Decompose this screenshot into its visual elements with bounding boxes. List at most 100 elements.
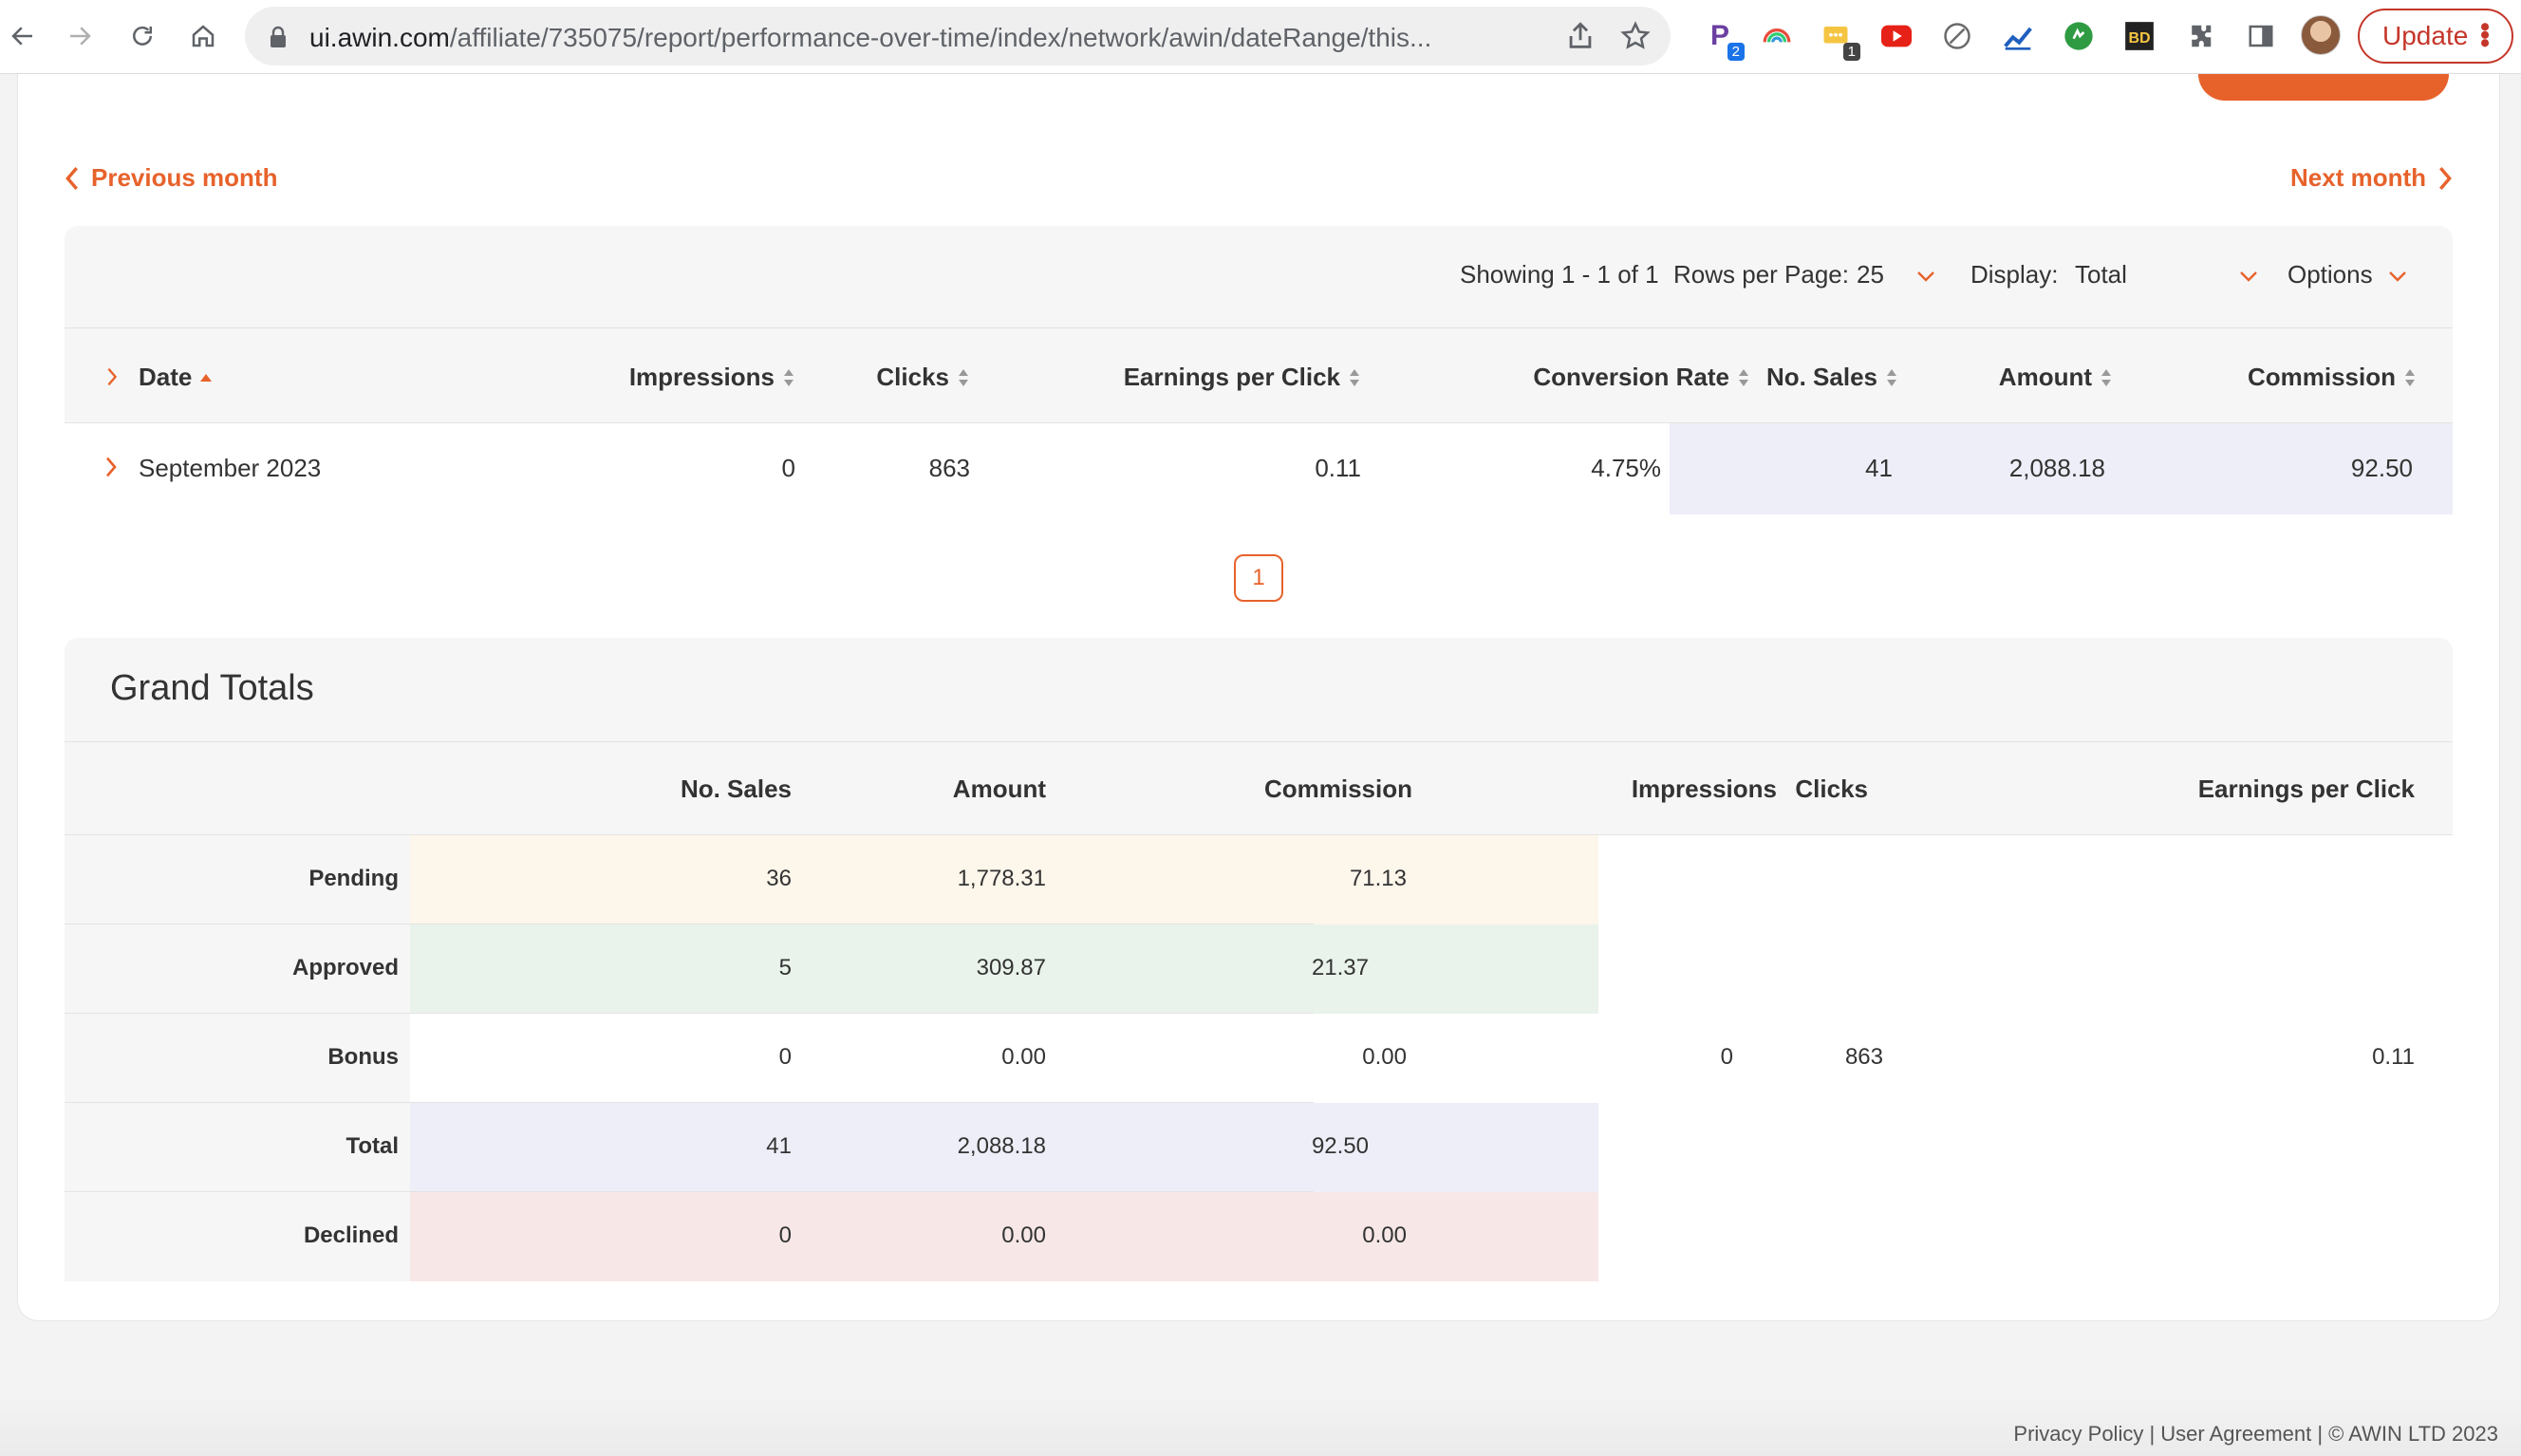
cell-clicks: 863 — [928, 454, 970, 482]
cell-commission: 92.50 — [2350, 454, 2413, 482]
table-row: September 2023 0 863 0.11 4.75% 41 2,088… — [65, 423, 2453, 514]
gt-cell-amount: 0.00 — [1001, 1223, 1046, 1248]
column-header-no-sales[interactable]: No. Sales — [1766, 363, 1898, 392]
chevron-down-icon — [2240, 271, 2258, 282]
expand-all-chevron-icon[interactable] — [106, 366, 118, 387]
column-header-label: Commission — [2247, 363, 2396, 391]
footer-links[interactable]: Privacy Policy | User Agreement | © AWIN… — [2013, 1422, 2498, 1447]
reload-icon — [133, 26, 152, 46]
column-header-label: No. Sales — [1765, 363, 1877, 391]
chat-extension-icon[interactable]: 1 — [1817, 17, 1860, 61]
address-bar[interactable]: ui.awin.com/affiliate/735075/report/perf… — [245, 7, 1671, 65]
gt-cell-sales: 36 — [766, 866, 792, 891]
column-header-amount[interactable]: Amount — [1999, 363, 2113, 392]
column-header-label: Date — [139, 363, 193, 391]
back-arrow-icon — [11, 27, 32, 46]
browser-toolbar: ui.awin.com/affiliate/735075/report/perf… — [0, 0, 2521, 74]
gt-header-impressions: Impressions — [1631, 775, 1777, 803]
cell-no-sales: 41 — [1865, 454, 1893, 482]
blocked-extension-icon[interactable] — [1938, 17, 1976, 55]
gt-row-label: Bonus — [65, 1014, 410, 1103]
display-select[interactable]: Total — [2075, 260, 2259, 289]
chart-extension-icon[interactable] — [1999, 17, 2037, 55]
column-header-label: Impressions — [628, 363, 775, 391]
bookmark-star-icon[interactable] — [1619, 20, 1652, 52]
gt-row-pending: Pending 36 1,778.31 71.13 — [65, 835, 2453, 924]
gt-header-earnings-per-click: Earnings per Click — [2197, 775, 2415, 803]
chevron-right-icon — [2439, 166, 2452, 190]
url-text: ui.awin.com/affiliate/735075/report/perf… — [309, 23, 1432, 52]
side-panel-icon[interactable] — [2242, 17, 2280, 55]
update-label: Update — [2382, 21, 2469, 50]
gt-header-clicks: Clicks — [1795, 775, 1868, 803]
more-menu-icon[interactable]: ••• — [2469, 22, 2500, 47]
column-header-date[interactable]: Date — [139, 363, 213, 392]
gt-row-label: Total — [65, 1103, 410, 1192]
forward-arrow-icon — [70, 27, 91, 46]
rows-per-page-select[interactable]: 25 — [1857, 260, 1936, 289]
cell-conversion-rate: 4.75% — [1591, 454, 1661, 482]
export-button-partial[interactable] — [2198, 74, 2449, 101]
column-header-impressions[interactable]: Impressions — [629, 363, 795, 392]
p-extension-icon[interactable]: P2 — [1701, 17, 1745, 61]
cell-earnings-per-click: 0.11 — [1315, 454, 1361, 482]
performance-report-table: Showing 1 - 1 of 1 Rows per Page: 25 Dis… — [65, 226, 2453, 514]
youtube-extension-icon[interactable] — [1877, 17, 1915, 55]
sort-icon — [1739, 368, 1748, 386]
forward-button[interactable] — [61, 17, 99, 55]
gt-cell-commission: 21.37 — [1311, 955, 1369, 980]
gt-cell-amount: 2,088.18 — [957, 1133, 1046, 1159]
profile-avatar[interactable] — [2301, 15, 2341, 55]
gt-cell-sales: 5 — [778, 955, 792, 980]
column-header-commission[interactable]: Commission — [2248, 363, 2417, 392]
gt-cell-amount: 309.87 — [976, 955, 1046, 980]
sort-icon — [1887, 368, 1896, 386]
gt-row-declined: Declined 0 0.00 0.00 — [65, 1192, 2453, 1281]
back-button[interactable] — [4, 17, 42, 55]
showing-count: Showing 1 - 1 of 1 — [1460, 260, 1659, 289]
gt-cell-earnings-per-click: 0.11 — [2372, 1044, 2415, 1070]
gt-cell-amount: 0.00 — [1001, 1044, 1046, 1070]
column-header-earnings-per-click[interactable]: Earnings per Click — [1124, 363, 1361, 392]
sort-icon — [2101, 368, 2111, 386]
table-header: Date Impressions Clicks Earnings per Cli… — [65, 328, 2453, 423]
grand-totals-title-bar: Grand Totals — [65, 638, 2453, 742]
share-icon[interactable] — [1564, 20, 1597, 52]
pagination-page-1[interactable]: 1 — [1234, 554, 1283, 602]
home-icon — [192, 25, 215, 47]
cell-amount: 2,088.18 — [2008, 454, 2105, 482]
options-dropdown[interactable]: Options — [2288, 260, 2408, 289]
gt-row-total: Total 41 2,088.18 92.50 — [65, 1103, 2453, 1192]
chevron-down-icon — [1917, 271, 1935, 282]
reload-button[interactable] — [123, 17, 161, 55]
gt-cell-commission: 0.00 — [1362, 1044, 1407, 1070]
gt-cell-clicks: 863 — [1844, 1044, 1883, 1070]
display-value: Total — [2075, 260, 2127, 289]
update-button[interactable]: Update ••• — [2358, 9, 2513, 64]
green-extension-icon[interactable] — [2060, 17, 2098, 55]
gt-row-label: Declined — [65, 1192, 410, 1281]
gt-row-label: Approved — [65, 924, 410, 1014]
column-header-conversion-rate[interactable]: Conversion Rate — [1533, 363, 1750, 392]
lock-icon — [271, 26, 286, 47]
sort-icon — [2405, 368, 2415, 386]
rainbow-extension-icon[interactable] — [1758, 17, 1796, 55]
gt-cell-sales: 0 — [778, 1044, 792, 1070]
grand-totals-header: No. Sales Amount Commission Impressions … — [65, 742, 2453, 835]
display-label: Display: — [1970, 260, 2059, 289]
expand-row-chevron-icon[interactable] — [104, 456, 118, 478]
bd-extension-icon[interactable]: BD — [2120, 17, 2158, 55]
column-header-label: Clicks — [876, 363, 949, 391]
previous-month-link[interactable]: Previous month — [65, 163, 277, 193]
gt-cell-impressions: 0 — [1720, 1044, 1733, 1070]
table-controls: Showing 1 - 1 of 1 Rows per Page: 25 Dis… — [65, 226, 2453, 328]
column-header-label: Amount — [1998, 363, 2092, 391]
home-button[interactable] — [184, 17, 222, 55]
chevron-left-icon — [65, 166, 78, 190]
column-header-clicks[interactable]: Clicks — [876, 363, 970, 392]
grand-totals-section: Grand Totals No. Sales Amount Commission… — [65, 638, 2453, 1281]
sort-asc-icon — [200, 373, 213, 382]
extensions-puzzle-icon[interactable] — [2181, 17, 2219, 55]
next-month-link[interactable]: Next month — [2290, 163, 2453, 193]
rows-per-page-value: 25 — [1857, 260, 1884, 289]
